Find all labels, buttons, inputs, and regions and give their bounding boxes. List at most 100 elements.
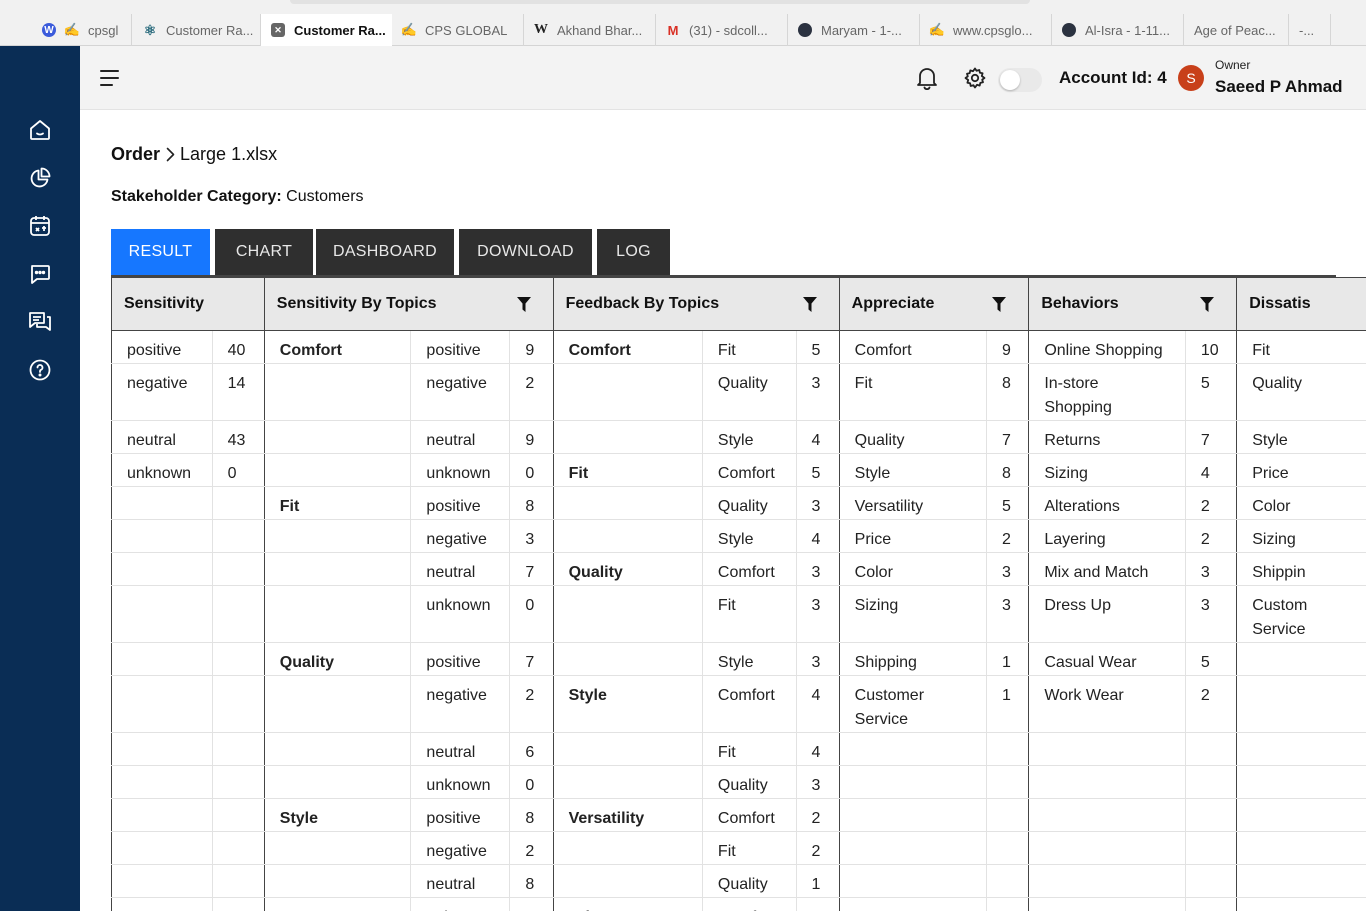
column-header-feedback-by-topics: Feedback By Topics <box>552 277 840 331</box>
browser-tab[interactable]: W ✍ cpsgl <box>32 14 132 46</box>
column-header-label: Dissatis <box>1249 295 1311 312</box>
table-cell: 3 <box>509 519 554 553</box>
menu-icon[interactable] <box>100 70 120 86</box>
table-cell: Quality <box>701 765 796 799</box>
breadcrumb: Order Large 1.xlsx <box>111 144 277 165</box>
table-body: positive 40 Comfort positive 9 Comfort Fit 5 Com… <box>111 330 1366 911</box>
table-cell: 2 <box>509 675 554 733</box>
browser-tab[interactable]: Age of Peac... <box>1184 14 1289 46</box>
table-cell <box>1028 732 1186 766</box>
table-cell: Style <box>838 453 987 487</box>
react-icon: ⚛ <box>143 21 157 38</box>
browser-tab-label: Age of Peac... <box>1194 22 1276 38</box>
bell-icon[interactable] <box>916 66 938 91</box>
table-cell: Work Wear <box>1028 675 1186 733</box>
table-cell: 8 <box>509 864 554 898</box>
table-row: negative 2 Fit 2 <box>111 831 1366 865</box>
table-cell: positive <box>111 330 213 364</box>
filter-icon[interactable] <box>802 297 817 312</box>
table-cell <box>552 363 703 421</box>
table-cell <box>1236 798 1366 832</box>
browser-tab-label: Maryam - 1-... <box>821 22 902 38</box>
home-icon[interactable] <box>28 118 52 142</box>
table-cell: negative <box>410 519 510 553</box>
table-cell <box>1028 864 1186 898</box>
pie-chart-icon[interactable] <box>28 166 52 190</box>
table-row: unknown 0 Fit 3 Sizing 3 Dress Up 3 Custom Servi… <box>111 585 1366 643</box>
calendar-icon[interactable] <box>28 214 52 238</box>
table-cell: 1 <box>795 864 840 898</box>
user-name[interactable]: Saeed P Ahmad <box>1215 77 1343 97</box>
table-cell: unknown <box>410 897 510 911</box>
filter-icon[interactable] <box>1200 297 1215 312</box>
browser-tab[interactable]: W Akhand Bhar... <box>524 14 656 46</box>
table-cell <box>552 519 703 553</box>
table-cell <box>552 732 703 766</box>
tab-dashboard[interactable]: DASHBOARD <box>316 229 454 275</box>
table-cell: negative <box>410 363 510 421</box>
tab-download[interactable]: DOWNLOAD <box>459 229 592 275</box>
table-cell: 9 <box>985 330 1029 364</box>
table-cell: 0 <box>509 897 554 911</box>
table-cell: 2 <box>1184 519 1237 553</box>
tab-chart[interactable]: CHART <box>215 229 313 275</box>
tab-result[interactable]: RESULT <box>111 229 210 275</box>
table-cell <box>1028 897 1186 911</box>
filter-icon[interactable] <box>992 297 1007 312</box>
gear-icon[interactable] <box>963 66 987 90</box>
avatar[interactable]: S <box>1178 65 1204 91</box>
table-cell: neutral <box>111 420 213 454</box>
table-cell: Comfort <box>701 798 796 832</box>
table-cell: 8 <box>985 363 1029 421</box>
table-cell: 5 <box>795 330 840 364</box>
table-cell <box>1184 897 1237 911</box>
table-cell: 6 <box>509 732 554 766</box>
browser-tab[interactable]: Al-Isra - 1-11... <box>1052 14 1184 46</box>
table-row: negative 14 negative 2 Quality 3 Fit 8 In-store … <box>111 363 1366 421</box>
table-row: negative 2 Style Comfort 4 Customer Service 1 W… <box>111 675 1366 733</box>
table-row: Fit positive 8 Quality 3 Versatility 5 Alterati… <box>111 486 1366 520</box>
table-cell: neutral <box>410 420 510 454</box>
table-cell <box>838 765 987 799</box>
table-cell: 0 <box>509 585 554 643</box>
table-cell <box>211 831 265 865</box>
filter-icon[interactable] <box>516 297 531 312</box>
message-icon[interactable] <box>28 262 52 286</box>
results-table-container[interactable]: Sensitivity Sensitivity By Topics Feedba… <box>111 277 1366 911</box>
table-cell: 2 <box>509 831 554 865</box>
breadcrumb-root[interactable]: Order <box>111 144 160 165</box>
browser-tab[interactable]: M (31) - sdcoll... <box>656 14 788 46</box>
browser-tab[interactable]: Maryam - 1-... <box>788 14 920 46</box>
table-cell: Price <box>838 519 987 553</box>
table-cell <box>211 675 265 733</box>
table-cell: 3 <box>985 552 1029 586</box>
table-cell: Mix and Match <box>1028 552 1186 586</box>
feedback-icon[interactable] <box>28 310 52 334</box>
table-cell: Sizing <box>1236 519 1366 553</box>
table-cell <box>1236 642 1366 676</box>
table-cell: Casual Wear <box>1028 642 1186 676</box>
table-cell: 5 <box>985 486 1029 520</box>
browser-tab[interactable]: ✍ www.cpsglo... <box>920 14 1052 46</box>
table-cell <box>211 798 265 832</box>
table-cell: Quality <box>263 642 411 676</box>
table-cell: positive <box>410 642 510 676</box>
table-cell: 8 <box>985 453 1029 487</box>
browser-tab-active[interactable]: ✕ Customer Ra... <box>261 14 392 46</box>
help-icon[interactable] <box>28 358 52 382</box>
breadcrumb-current: Large 1.xlsx <box>180 144 278 164</box>
table-cell: neutral <box>410 552 510 586</box>
table-cell: neutral <box>410 732 510 766</box>
tab-log[interactable]: LOG <box>597 229 670 275</box>
browser-tab[interactable]: ✍ CPS GLOBAL <box>392 14 524 46</box>
table-cell: Quality <box>701 363 796 421</box>
close-tab-icon[interactable]: ✕ <box>271 23 285 37</box>
browser-tab[interactable]: -... <box>1289 14 1331 46</box>
theme-toggle[interactable] <box>998 68 1042 92</box>
wordpress-icon: W <box>42 23 56 37</box>
browser-tab[interactable]: ⚛ Customer Ra... <box>133 14 261 46</box>
table-cell: Online Shopping <box>1028 330 1186 364</box>
table-cell <box>1236 831 1366 865</box>
table-cell <box>111 486 213 520</box>
table-cell: Comfort <box>701 675 796 733</box>
